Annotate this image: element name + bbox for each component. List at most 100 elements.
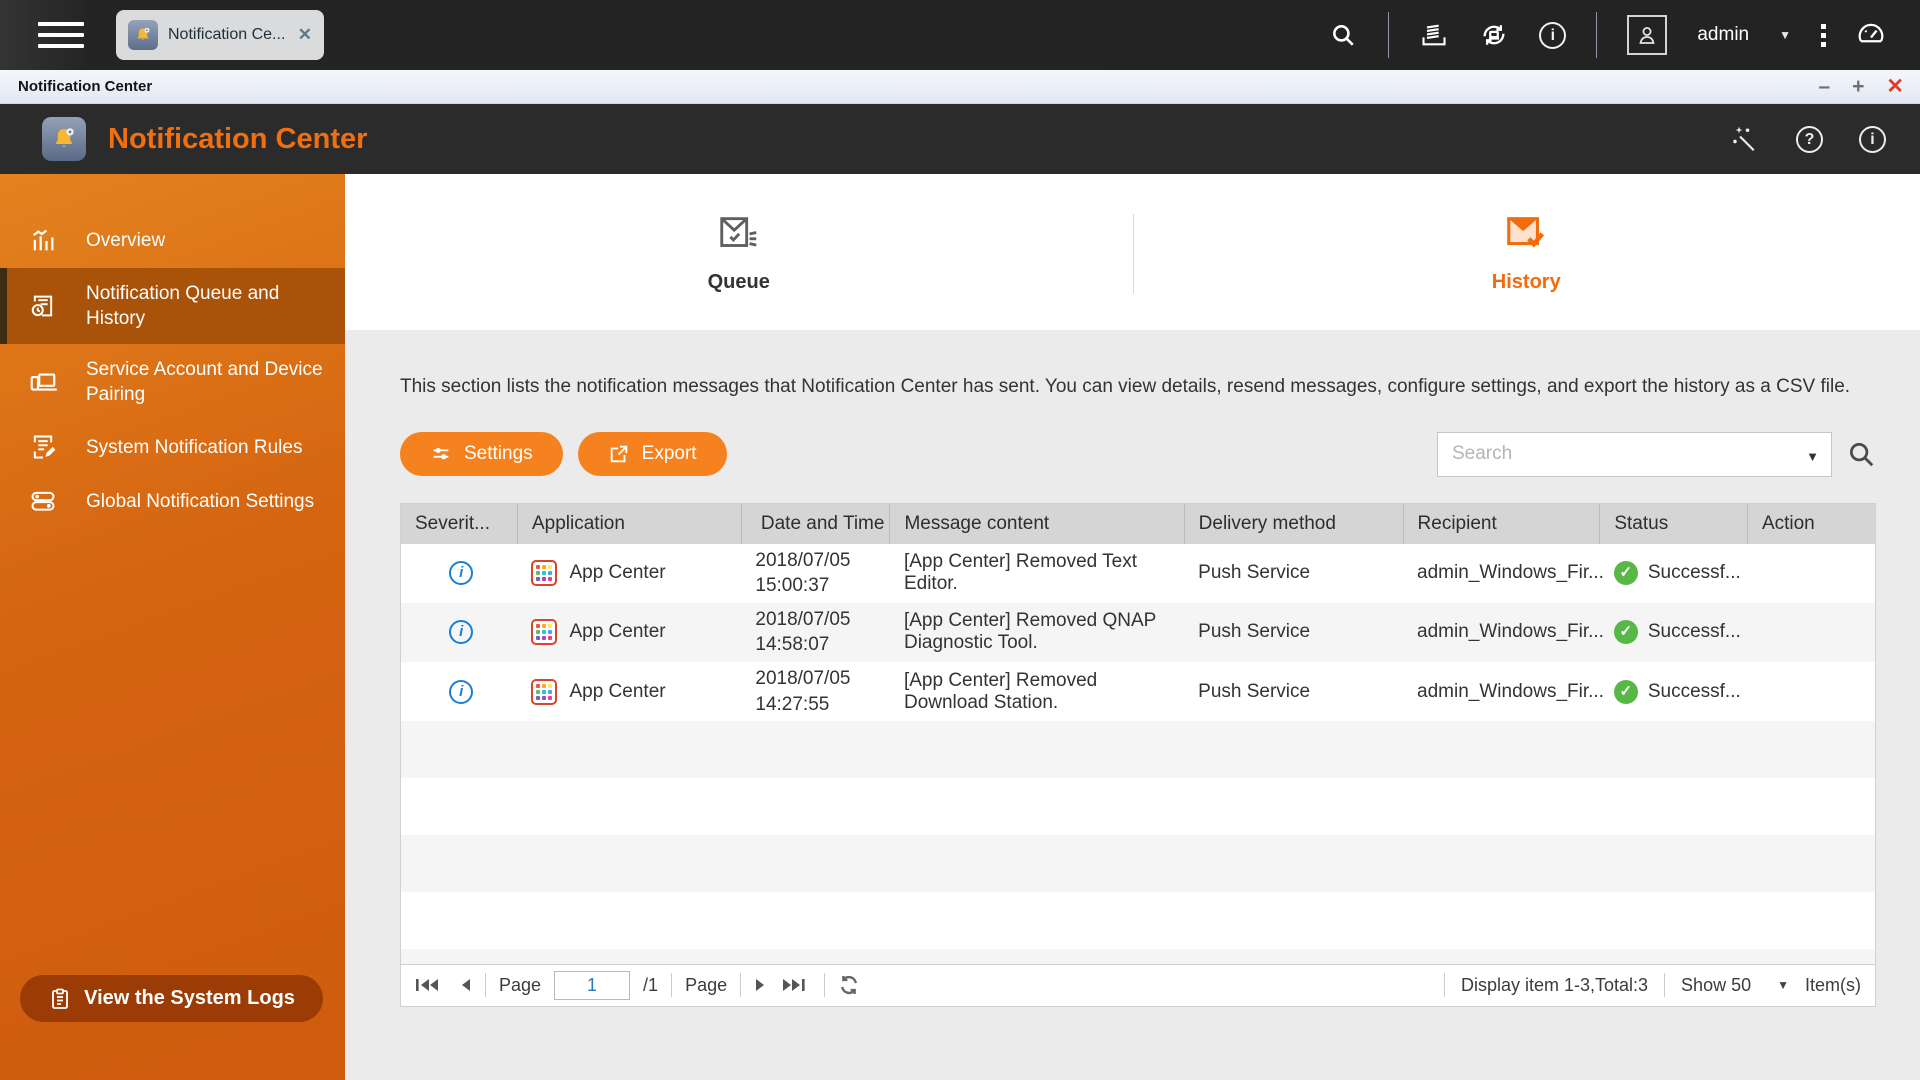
- about-icon[interactable]: i: [1859, 125, 1886, 153]
- main-panel: Queue History This section lists the not…: [345, 174, 1920, 1080]
- main-menu-icon[interactable]: [38, 18, 84, 52]
- pagination-bar: Page /1 Page Display item 1-3,T: [401, 963, 1875, 1006]
- history-envelope-icon: [1503, 211, 1549, 257]
- success-status-icon: ✓: [1613, 679, 1638, 704]
- message-content: [App Center] Removed Download Station.: [903, 669, 1098, 713]
- tab-history[interactable]: History: [1133, 174, 1920, 330]
- export-icon: [608, 443, 630, 465]
- help-icon[interactable]: ?: [1796, 125, 1823, 153]
- clipboard-icon: [48, 987, 72, 1011]
- status-text: Successf...: [1647, 562, 1741, 584]
- sidebar-item-service-account-device-pairing[interactable]: Service Account and Device Pairing: [0, 344, 345, 420]
- table-row[interactable]: i App Center 2018/07/05 15:00:37 [App Cen…: [401, 544, 1875, 603]
- empty-rows-area: [401, 721, 1875, 964]
- info-icon[interactable]: i: [1539, 21, 1567, 49]
- page-title: Notification Center: [108, 122, 368, 155]
- tab-history-label: History: [1491, 270, 1561, 293]
- info-severity-icon: i: [449, 561, 474, 586]
- col-header-recipient[interactable]: Recipient: [1403, 503, 1601, 544]
- table-row[interactable]: i App Center 2018/07/05 14:58:07 [App Cen…: [401, 602, 1875, 663]
- pager-divider: [824, 973, 826, 998]
- user-menu-caret-icon[interactable]: ▼: [1779, 28, 1791, 42]
- app-center-icon: [531, 678, 558, 705]
- page-number-input[interactable]: [554, 970, 631, 1000]
- view-system-logs-button[interactable]: View the System Logs: [20, 975, 323, 1022]
- app-header: Notification Center ? i: [0, 104, 1920, 174]
- col-header-message-content[interactable]: Message content: [889, 503, 1185, 544]
- history-content: This section lists the notification mess…: [345, 330, 1920, 1080]
- sidebar-item-label: Service Account and Device Pairing: [86, 359, 323, 406]
- history-table-panel: Severit... Application Date and Time Mes…: [400, 502, 1876, 1007]
- sidebar-item-label: System Notification Rules: [86, 436, 303, 458]
- sliders-icon: [430, 443, 452, 465]
- app-center-icon: [531, 560, 558, 587]
- status-text: Successf...: [1647, 680, 1741, 702]
- sidebar-item-global-notification-settings[interactable]: Global Notification Settings: [0, 474, 345, 528]
- row-date: 2018/07/05: [755, 608, 851, 630]
- last-page-icon[interactable]: [781, 977, 811, 993]
- view-system-logs-label: View the System Logs: [84, 987, 295, 1009]
- search-input[interactable]: [1438, 432, 1831, 476]
- sidebar-item-label: Overview: [86, 230, 166, 252]
- tab-queue[interactable]: Queue: [345, 174, 1133, 330]
- document-edit-icon: [0, 433, 86, 461]
- success-status-icon: ✓: [1613, 620, 1638, 645]
- col-header-action[interactable]: Action: [1747, 503, 1875, 544]
- row-date: 2018/07/05: [755, 549, 851, 571]
- table-row[interactable]: i App Center 2018/07/05 14:27:55 [App Cen…: [401, 662, 1875, 721]
- page-label-2: Page: [685, 974, 728, 995]
- next-page-icon[interactable]: [754, 977, 768, 993]
- app-tab-close-icon[interactable]: ✕: [298, 25, 312, 45]
- sidebar-item-system-notification-rules[interactable]: System Notification Rules: [0, 420, 345, 474]
- show-label: Show 50: [1681, 974, 1752, 995]
- background-tasks-icon[interactable]: [1419, 20, 1449, 50]
- app-tab-label: Notification Ce...: [168, 26, 286, 43]
- username-label[interactable]: admin: [1697, 24, 1749, 46]
- page-size-caret-icon: ▼: [1777, 978, 1789, 993]
- page-size-select[interactable]: Show 50 ▼: [1681, 975, 1789, 996]
- app-tab-notification-center[interactable]: Notification Ce... ✕: [116, 10, 324, 60]
- export-button-label: Export: [641, 443, 697, 465]
- message-content: [App Center] Removed QNAP Diagnostic Too…: [903, 610, 1157, 654]
- search-icon[interactable]: [1328, 20, 1358, 50]
- export-button[interactable]: Export: [577, 432, 727, 477]
- app-center-icon: [531, 619, 558, 646]
- queue-envelope-icon: [716, 211, 762, 257]
- sidebar-item-overview[interactable]: Overview: [0, 214, 345, 268]
- col-header-status[interactable]: Status: [1599, 503, 1748, 544]
- maximize-icon[interactable]: +: [1852, 76, 1864, 97]
- delivery-method: Push Service: [1198, 562, 1311, 584]
- first-page-icon[interactable]: [415, 977, 445, 993]
- info-severity-icon: i: [449, 679, 474, 704]
- pager-divider: [1443, 973, 1445, 998]
- success-status-icon: ✓: [1613, 561, 1638, 586]
- dashboard-gauge-icon[interactable]: [1856, 20, 1886, 50]
- previous-page-icon[interactable]: [458, 977, 472, 993]
- minimize-icon[interactable]: –: [1818, 76, 1830, 97]
- col-header-date-time[interactable]: Date and Time: [741, 503, 891, 544]
- notification-center-app-icon: [42, 117, 86, 161]
- col-header-application[interactable]: Application: [517, 503, 742, 544]
- refresh-icon[interactable]: [838, 974, 860, 996]
- window-title: Notification Center: [18, 78, 153, 95]
- settings-button[interactable]: Settings: [400, 432, 563, 477]
- sidebar: Overview Notification Queue and History …: [0, 174, 345, 1080]
- more-menu-icon[interactable]: [1821, 23, 1826, 47]
- col-header-severity[interactable]: Severit...: [401, 503, 518, 544]
- col-header-delivery-method[interactable]: Delivery method: [1184, 503, 1404, 544]
- sidebar-item-notification-queue-history[interactable]: Notification Queue and History: [0, 268, 345, 345]
- delivery-method: Push Service: [1198, 621, 1311, 643]
- magic-wand-icon[interactable]: [1730, 124, 1760, 154]
- bar-chart-icon: [0, 227, 86, 255]
- search-dropdown-caret-icon[interactable]: ▼: [1806, 449, 1819, 464]
- external-device-sync-icon[interactable]: [1479, 20, 1509, 50]
- search-submit-icon[interactable]: [1846, 439, 1876, 469]
- tab-queue-label: Queue: [707, 270, 770, 293]
- topbar-divider: [1596, 12, 1598, 58]
- user-avatar-icon[interactable]: [1627, 15, 1668, 55]
- row-time: 14:27:55: [755, 693, 830, 715]
- pager-divider: [740, 973, 742, 998]
- pager-divider: [671, 973, 673, 998]
- queue-history-tabstrip: Queue History: [345, 174, 1920, 330]
- window-close-icon[interactable]: ✕: [1886, 76, 1904, 97]
